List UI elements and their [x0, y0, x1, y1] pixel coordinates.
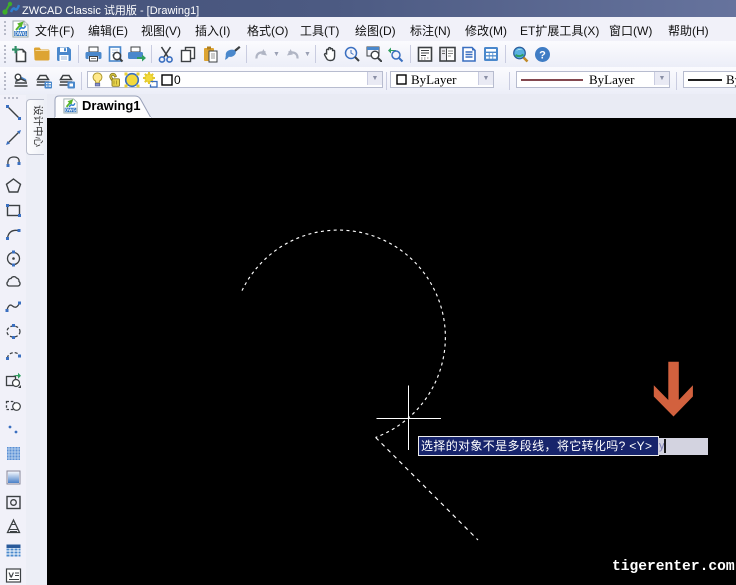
svg-text:?: ? [539, 49, 546, 61]
svg-text:DWG: DWG [14, 32, 26, 38]
svg-text:设计中心: 设计中心 [32, 105, 43, 147]
svg-text:DWG: DWG [65, 108, 76, 113]
